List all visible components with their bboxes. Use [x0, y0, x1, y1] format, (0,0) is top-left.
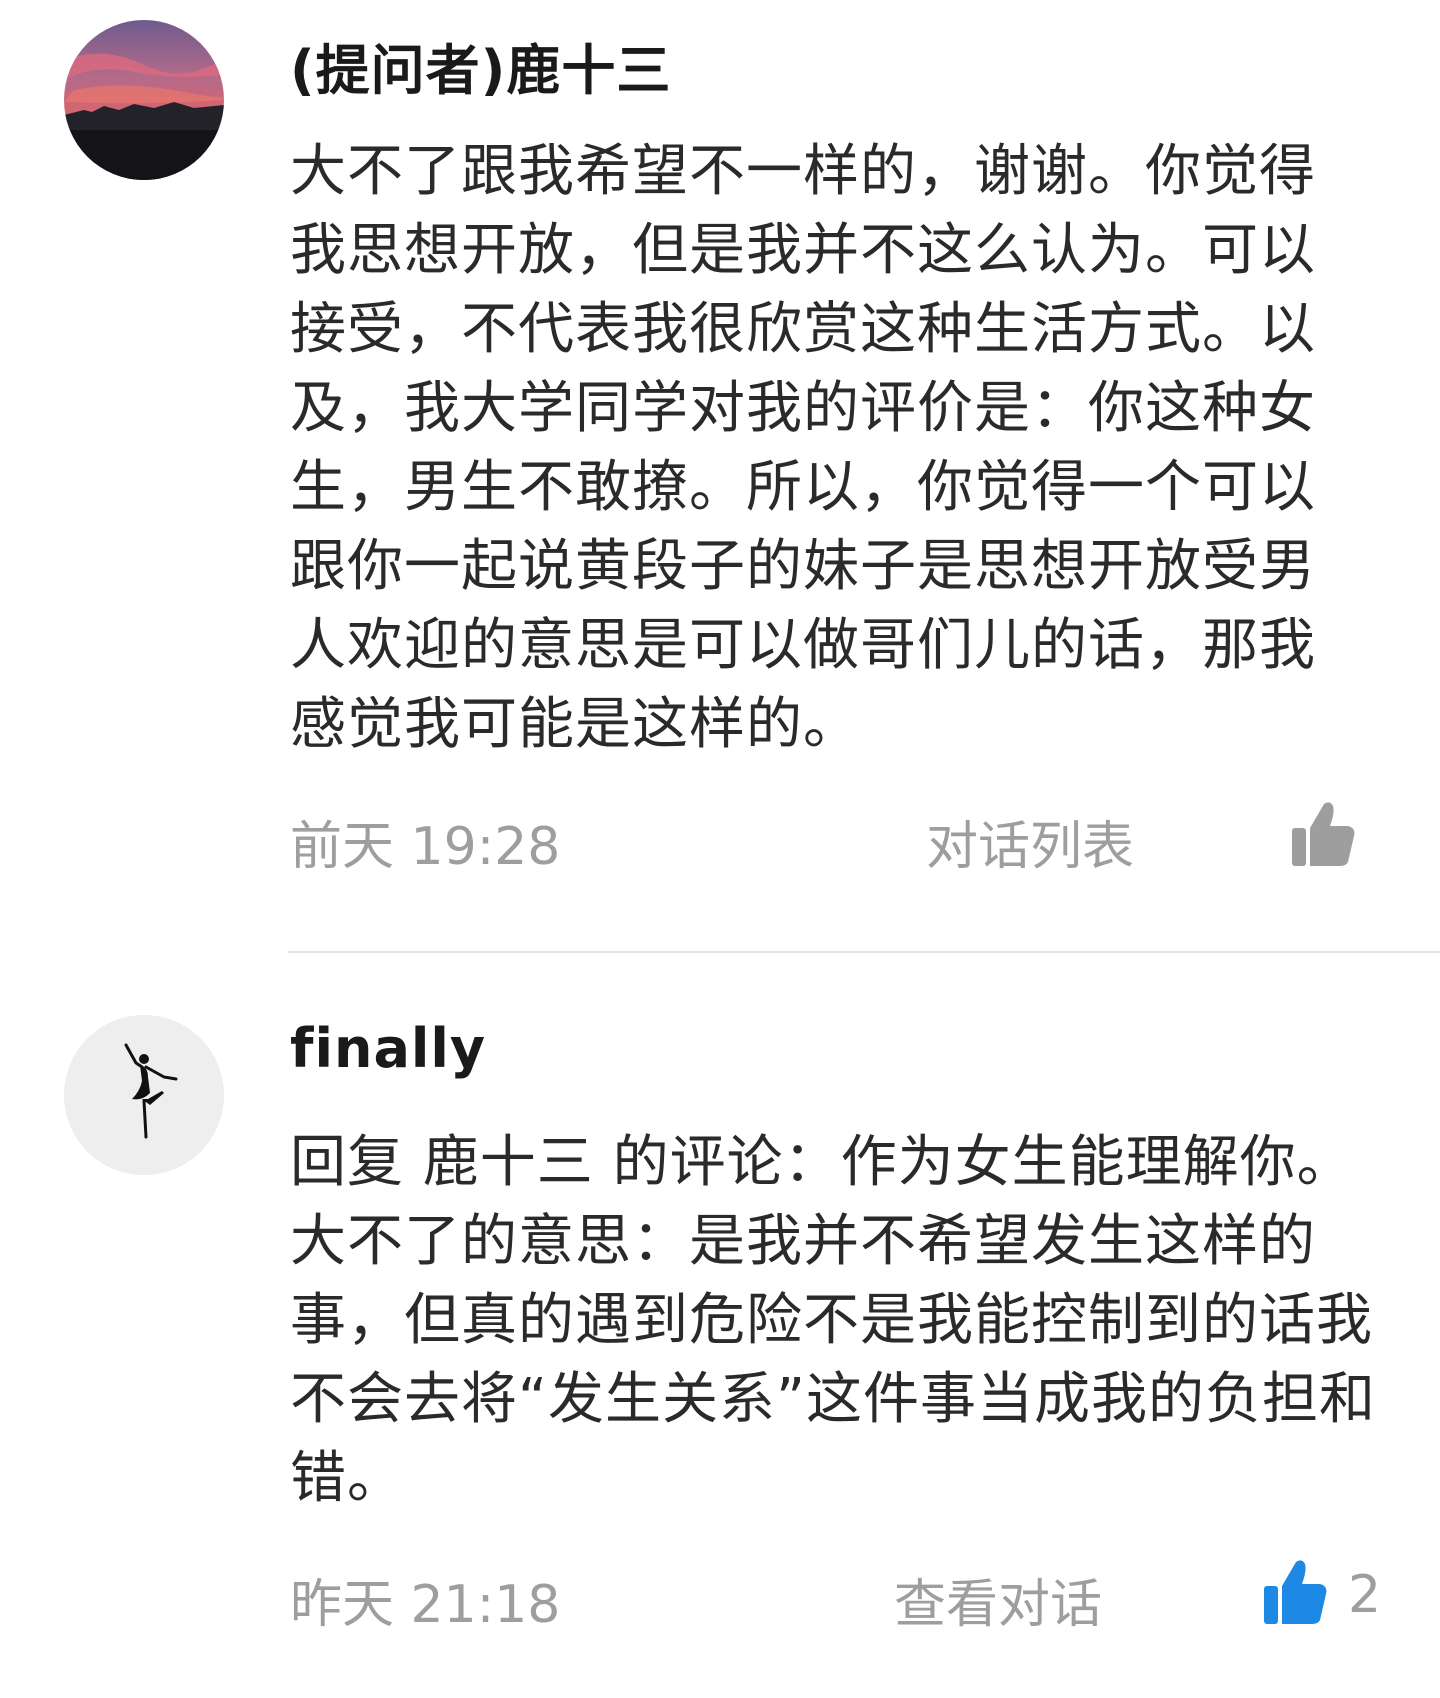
like-button[interactable] [1290, 800, 1356, 874]
thumbs-up-icon [1290, 800, 1356, 874]
comment-time: 前天 19:28 [290, 817, 561, 877]
comment-item: (提问者)鹿十三 大不了跟我希望不一样的，谢谢。你觉得我思想开放，但是我并不这么… [0, 0, 1440, 950]
author-name[interactable]: (提问者)鹿十三 [290, 26, 671, 105]
comment-text: 大不了跟我希望不一样的，谢谢。你觉得我思想开放，但是我并不这么认为。可以接受，不… [290, 139, 1316, 757]
author-name[interactable]: finally [290, 1017, 486, 1080]
avatar[interactable] [64, 1015, 224, 1175]
comment-time: 昨天 21:18 [290, 1575, 561, 1635]
view-dialog-link[interactable]: 查看对话 [894, 1562, 1102, 1637]
avatar[interactable] [64, 20, 224, 180]
like-count: 2 [1348, 1565, 1382, 1625]
like-button[interactable]: 2 [1262, 1558, 1381, 1632]
comment-text: 回复 鹿十三 的评论：作为女生能理解你。大不了的意思：是我并不希望发生这样的事，… [290, 1130, 1377, 1511]
dialog-list-link[interactable]: 对话列表 [926, 804, 1134, 879]
divider [288, 951, 1440, 953]
thumbs-up-icon [1262, 1558, 1328, 1632]
